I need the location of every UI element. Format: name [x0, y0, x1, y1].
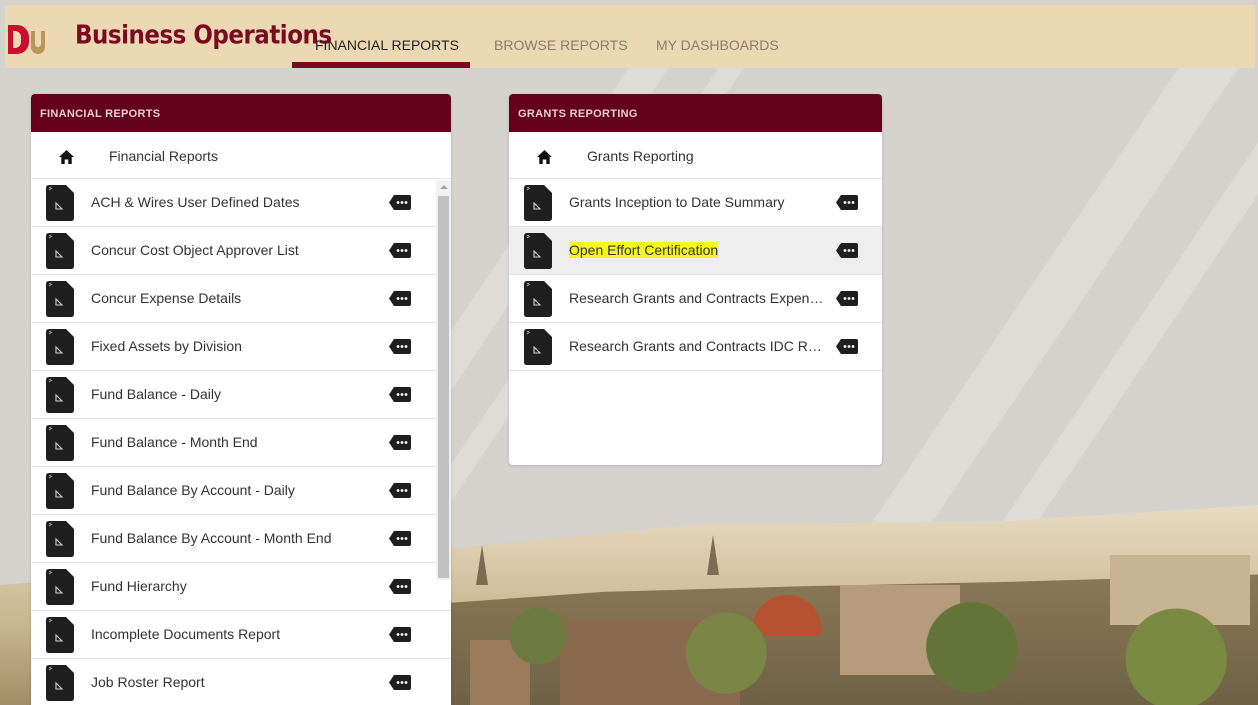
report-label[interactable]: Open Effort Certification — [569, 242, 827, 258]
report-document-icon — [524, 329, 552, 365]
report-row[interactable]: Fund Balance - Month End — [31, 419, 451, 467]
more-options-icon[interactable] — [389, 243, 411, 258]
report-row[interactable]: Job Roster Report — [31, 659, 451, 705]
more-options-icon[interactable] — [389, 675, 411, 690]
report-row[interactable]: Fund Balance By Account - Month End — [31, 515, 451, 563]
tab-my-dashboards[interactable]: MY DASHBOARDS — [656, 37, 779, 53]
report-row[interactable]: Fund Balance - Daily — [31, 371, 451, 419]
report-row[interactable]: Grants Inception to Date Summary — [509, 179, 882, 227]
report-row[interactable]: Fund Hierarchy — [31, 563, 451, 611]
report-document-icon — [46, 281, 74, 317]
active-tab-indicator — [292, 62, 470, 68]
report-label[interactable]: Fund Balance - Daily — [91, 386, 336, 402]
report-document-icon — [524, 233, 552, 269]
bg-spire — [476, 545, 488, 585]
scrollbar-thumb[interactable] — [438, 196, 449, 578]
report-row[interactable]: Fixed Assets by Division — [31, 323, 451, 371]
panel-title: FINANCIAL REPORTS — [31, 94, 451, 132]
report-document-icon — [46, 569, 74, 605]
report-row[interactable]: Incomplete Documents Report — [31, 611, 451, 659]
financial-reports-panel: FINANCIAL REPORTS Financial Reports ACH … — [31, 94, 451, 705]
report-label[interactable]: Fund Balance - Month End — [91, 434, 336, 450]
report-label[interactable]: Fixed Assets by Division — [91, 338, 336, 354]
report-document-icon — [524, 281, 552, 317]
home-label: Grants Reporting — [587, 148, 694, 164]
du-logo[interactable] — [8, 25, 46, 54]
report-label[interactable]: ACH & Wires User Defined Dates — [91, 194, 336, 210]
scroll-up-arrow-icon[interactable] — [440, 185, 448, 189]
report-document-icon — [46, 665, 74, 701]
more-options-icon[interactable] — [836, 243, 858, 258]
report-row[interactable]: Open Effort Certification — [509, 227, 882, 275]
more-options-icon[interactable] — [389, 339, 411, 354]
more-options-icon[interactable] — [836, 339, 858, 354]
home-icon — [59, 150, 74, 164]
report-document-icon — [46, 377, 74, 413]
more-options-icon[interactable] — [389, 483, 411, 498]
report-label[interactable]: Incomplete Documents Report — [91, 626, 336, 642]
report-label[interactable]: Fund Hierarchy — [91, 578, 336, 594]
report-document-icon — [46, 521, 74, 557]
tab-browse-reports[interactable]: BROWSE REPORTS — [494, 37, 628, 53]
home-icon — [537, 150, 552, 164]
more-options-icon[interactable] — [836, 195, 858, 210]
more-options-icon[interactable] — [836, 291, 858, 306]
report-label[interactable]: Fund Balance By Account - Daily — [91, 482, 336, 498]
report-document-icon — [46, 185, 74, 221]
report-row[interactable]: Concur Cost Object Approver List — [31, 227, 451, 275]
report-label[interactable]: Research Grants and Contracts IDC Report — [569, 338, 827, 354]
report-label[interactable]: Fund Balance By Account - Month End — [91, 530, 336, 546]
report-document-icon — [46, 617, 74, 653]
panel-title: GRANTS REPORTING — [509, 94, 882, 132]
report-document-icon — [46, 425, 74, 461]
more-options-icon[interactable] — [389, 579, 411, 594]
brand-title[interactable]: Business Operations — [75, 21, 332, 50]
grants-report-list: Grants Inception to Date Summary Open Eff… — [509, 179, 882, 371]
bg-spire — [707, 535, 719, 575]
report-row[interactable]: Research Grants and Contracts Expenses — [509, 275, 882, 323]
tab-financial-reports[interactable]: FINANCIAL REPORTS — [315, 37, 459, 53]
report-document-icon — [46, 233, 74, 269]
report-document-icon — [46, 329, 74, 365]
more-options-icon[interactable] — [389, 291, 411, 306]
grants-reporting-panel: GRANTS REPORTING Grants Reporting Grants… — [509, 94, 882, 465]
more-options-icon[interactable] — [389, 435, 411, 450]
report-label[interactable]: Concur Cost Object Approver List — [91, 242, 336, 258]
report-row[interactable]: ACH & Wires User Defined Dates — [31, 179, 451, 227]
more-options-icon[interactable] — [389, 627, 411, 642]
report-row[interactable]: Research Grants and Contracts IDC Report — [509, 323, 882, 371]
grants-reporting-home-link[interactable]: Grants Reporting — [509, 132, 882, 179]
report-label[interactable]: Concur Expense Details — [91, 290, 336, 306]
report-row[interactable]: Concur Expense Details — [31, 275, 451, 323]
financial-report-list: ACH & Wires User Defined Dates Concur Cos… — [31, 179, 451, 705]
report-row[interactable]: Fund Balance By Account - Daily — [31, 467, 451, 515]
report-label[interactable]: Grants Inception to Date Summary — [569, 194, 827, 210]
top-nav-bar: Business Operations FINANCIAL REPORTS BR… — [5, 5, 1255, 68]
bg-trees — [440, 590, 1258, 705]
report-label[interactable]: Research Grants and Contracts Expenses — [569, 290, 827, 306]
report-document-icon — [524, 185, 552, 221]
report-label[interactable]: Job Roster Report — [91, 674, 336, 690]
more-options-icon[interactable] — [389, 195, 411, 210]
more-options-icon[interactable] — [389, 531, 411, 546]
financial-reports-home-link[interactable]: Financial Reports — [31, 132, 451, 179]
home-label: Financial Reports — [109, 148, 218, 164]
report-document-icon — [46, 473, 74, 509]
more-options-icon[interactable] — [389, 387, 411, 402]
